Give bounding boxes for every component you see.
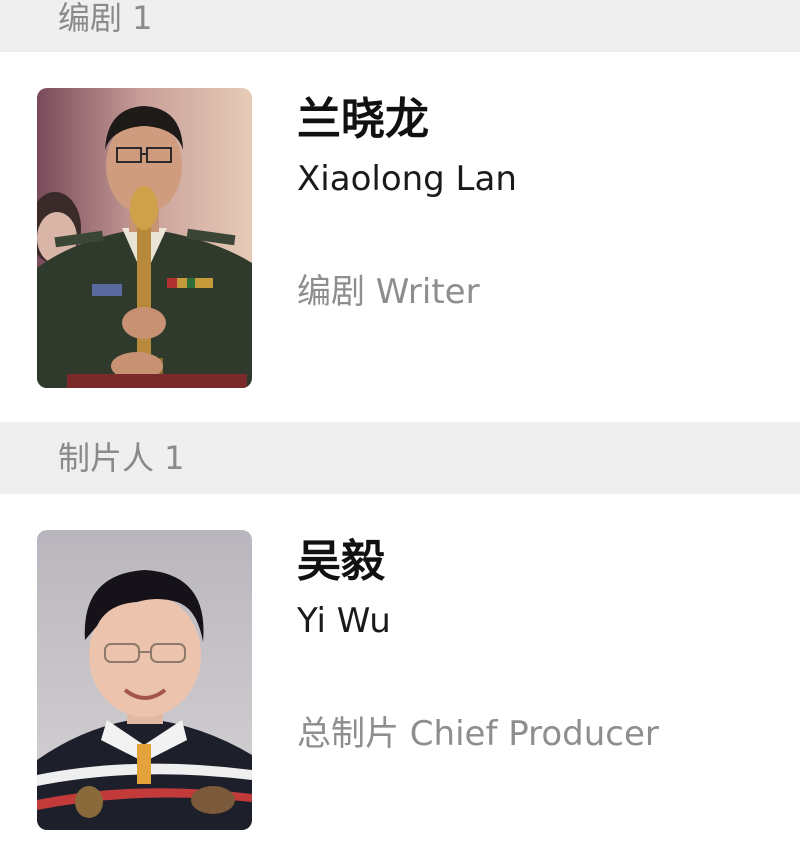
person-photo[interactable] [37,530,252,830]
section-header-label: 制片人 1 [58,439,185,477]
producer-portrait-image [37,530,252,830]
person-name-english: Xiaolong Lan [297,159,517,199]
person-row-producer[interactable]: 吴毅 Yi Wu 总制片 Chief Producer [0,494,800,847]
person-photo[interactable] [37,88,252,388]
person-name-chinese: 兰晓龙 [297,94,429,145]
person-name-chinese: 吴毅 [297,536,385,587]
person-role: 编剧 Writer [297,272,480,312]
section-header-writers: 编剧 1 [0,0,800,52]
section-header-label: 编剧 1 [58,0,153,37]
writer-portrait-image [37,88,252,388]
person-row-writer[interactable]: 兰晓龙 Xiaolong Lan 编剧 Writer [0,52,800,422]
person-name-english: Yi Wu [297,601,391,641]
section-header-producers: 制片人 1 [0,422,800,494]
person-role: 总制片 Chief Producer [297,714,659,754]
